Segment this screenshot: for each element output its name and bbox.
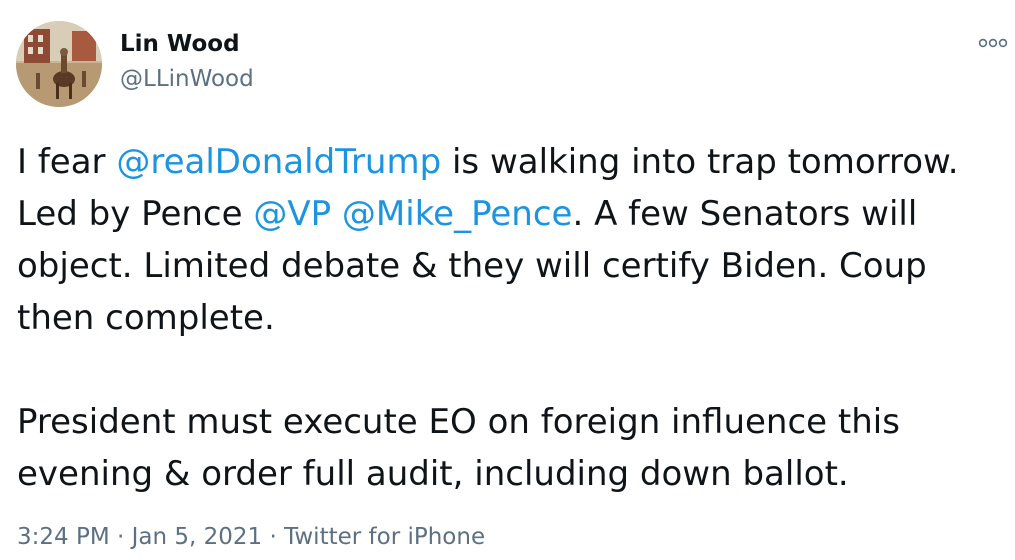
more-options-icon: [978, 38, 1008, 48]
tweet-line: President must execute EO on foreign inf…: [17, 396, 1015, 448]
tweet-timestamp-date[interactable]: Jan 5, 2021: [132, 524, 263, 550]
tweet-text-segment: then complete.: [17, 298, 275, 338]
mention-link[interactable]: @Mike_Pence: [342, 194, 573, 234]
more-options-button[interactable]: [976, 34, 1010, 52]
tweet-text-segment: [331, 194, 342, 234]
tweet-meta: 3:24 PM · Jan 5, 2021 · Twitter for iPho…: [17, 524, 485, 550]
author-display-name[interactable]: Lin Wood: [120, 31, 240, 57]
tweet-source[interactable]: Twitter for iPhone: [284, 524, 485, 550]
tweet-text-segment: I fear: [17, 142, 117, 182]
tweet-text-segment: evening & order full audit, including do…: [17, 454, 849, 494]
tweet-line: object. Limited debate & they will certi…: [17, 240, 1015, 292]
tweet-line: then complete.: [17, 292, 1015, 344]
tweet-line: evening & order full audit, including do…: [17, 448, 1015, 500]
tweet-text-segment: Led by Pence: [17, 194, 254, 234]
tweet-text-segment: . A few Senators will: [572, 194, 918, 234]
author-handle[interactable]: @LLinWood: [120, 66, 254, 92]
tweet-card: Lin Wood @LLinWood I fear @realDonaldTru…: [0, 0, 1015, 560]
avatar-image: [16, 21, 102, 107]
tweet-line: Led by Pence @VP @Mike_Pence. A few Sena…: [17, 188, 1015, 240]
tweet-text-segment: President must execute EO on foreign inf…: [17, 402, 900, 442]
tweet-timestamp-time[interactable]: 3:24 PM: [17, 524, 110, 550]
tweet-line: I fear @realDonaldTrump is walking into …: [17, 136, 1015, 188]
mention-link[interactable]: @VP: [253, 194, 331, 234]
avatar[interactable]: [16, 21, 102, 107]
tweet-text-segment: object. Limited debate & they will certi…: [17, 246, 927, 286]
meta-separator: ·: [262, 524, 285, 550]
mention-link[interactable]: @realDonaldTrump: [116, 142, 441, 182]
tweet-text: I fear @realDonaldTrump is walking into …: [17, 136, 1015, 500]
tweet-text-segment: is walking into trap tomorrow.: [441, 142, 959, 182]
meta-separator: ·: [109, 524, 132, 550]
